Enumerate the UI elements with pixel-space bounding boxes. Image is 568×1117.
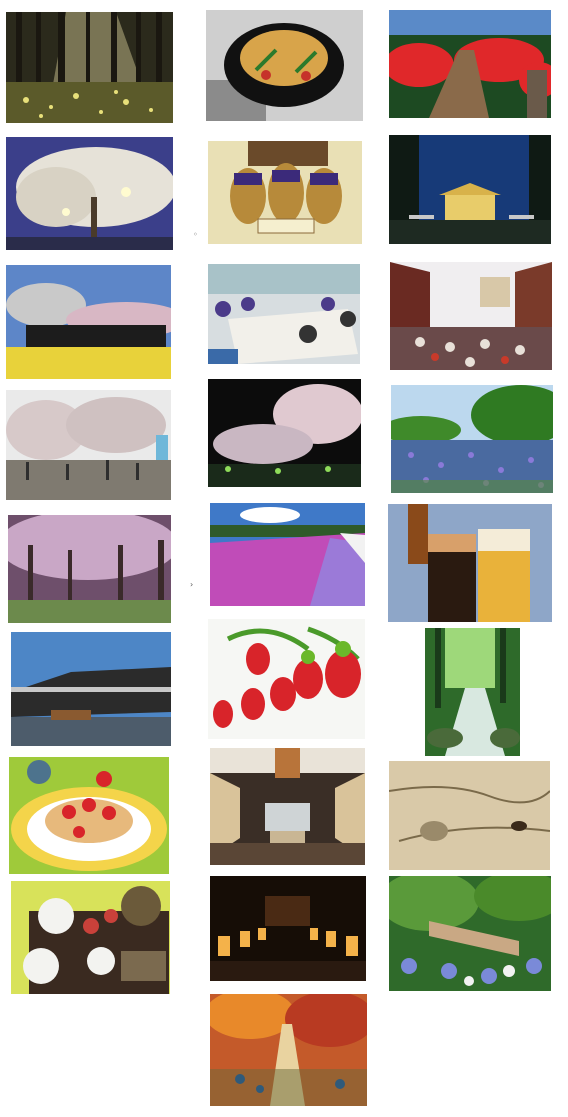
strawberries-photo[interactable] [208, 619, 365, 739]
riverside-building-photo[interactable] [11, 632, 171, 746]
blue-flower-field-photo[interactable] [391, 385, 553, 493]
night-blossom-photo[interactable] [208, 379, 361, 487]
hydrangea-bridge-photo[interactable] [389, 876, 551, 991]
pancakes-photo[interactable] [9, 757, 169, 874]
museum-hall-photo[interactable] [210, 748, 365, 865]
forest-stream-photo[interactable] [425, 628, 520, 756]
autumn-leaves-photo[interactable] [210, 994, 367, 1106]
set-meal-photo[interactable] [11, 881, 170, 994]
forest-sunrays-photo[interactable] [6, 12, 173, 123]
small-circle-marker: ◦ [193, 230, 198, 239]
lit-cherry-tree-photo[interactable] [6, 137, 173, 250]
blossom-park-photo[interactable] [6, 390, 171, 500]
street-festival-photo[interactable] [390, 262, 552, 370]
azalea-stairs-photo[interactable] [389, 10, 551, 118]
scroll-painting-photo[interactable] [389, 761, 550, 870]
cherry-avenue-photo[interactable] [8, 515, 171, 623]
lantern-path-photo[interactable] [210, 876, 366, 981]
beer-glasses-photo[interactable] [388, 504, 552, 622]
small-arrow-marker: › [190, 580, 194, 589]
sake-jars-photo[interactable] [208, 141, 362, 244]
festival-crowd-photo[interactable] [208, 264, 360, 364]
moss-phlox-field-photo[interactable] [210, 503, 365, 606]
steam-train-photo[interactable] [6, 265, 171, 379]
shrine-night-photo[interactable] [389, 135, 551, 244]
noodle-bowl-photo[interactable] [206, 10, 363, 121]
